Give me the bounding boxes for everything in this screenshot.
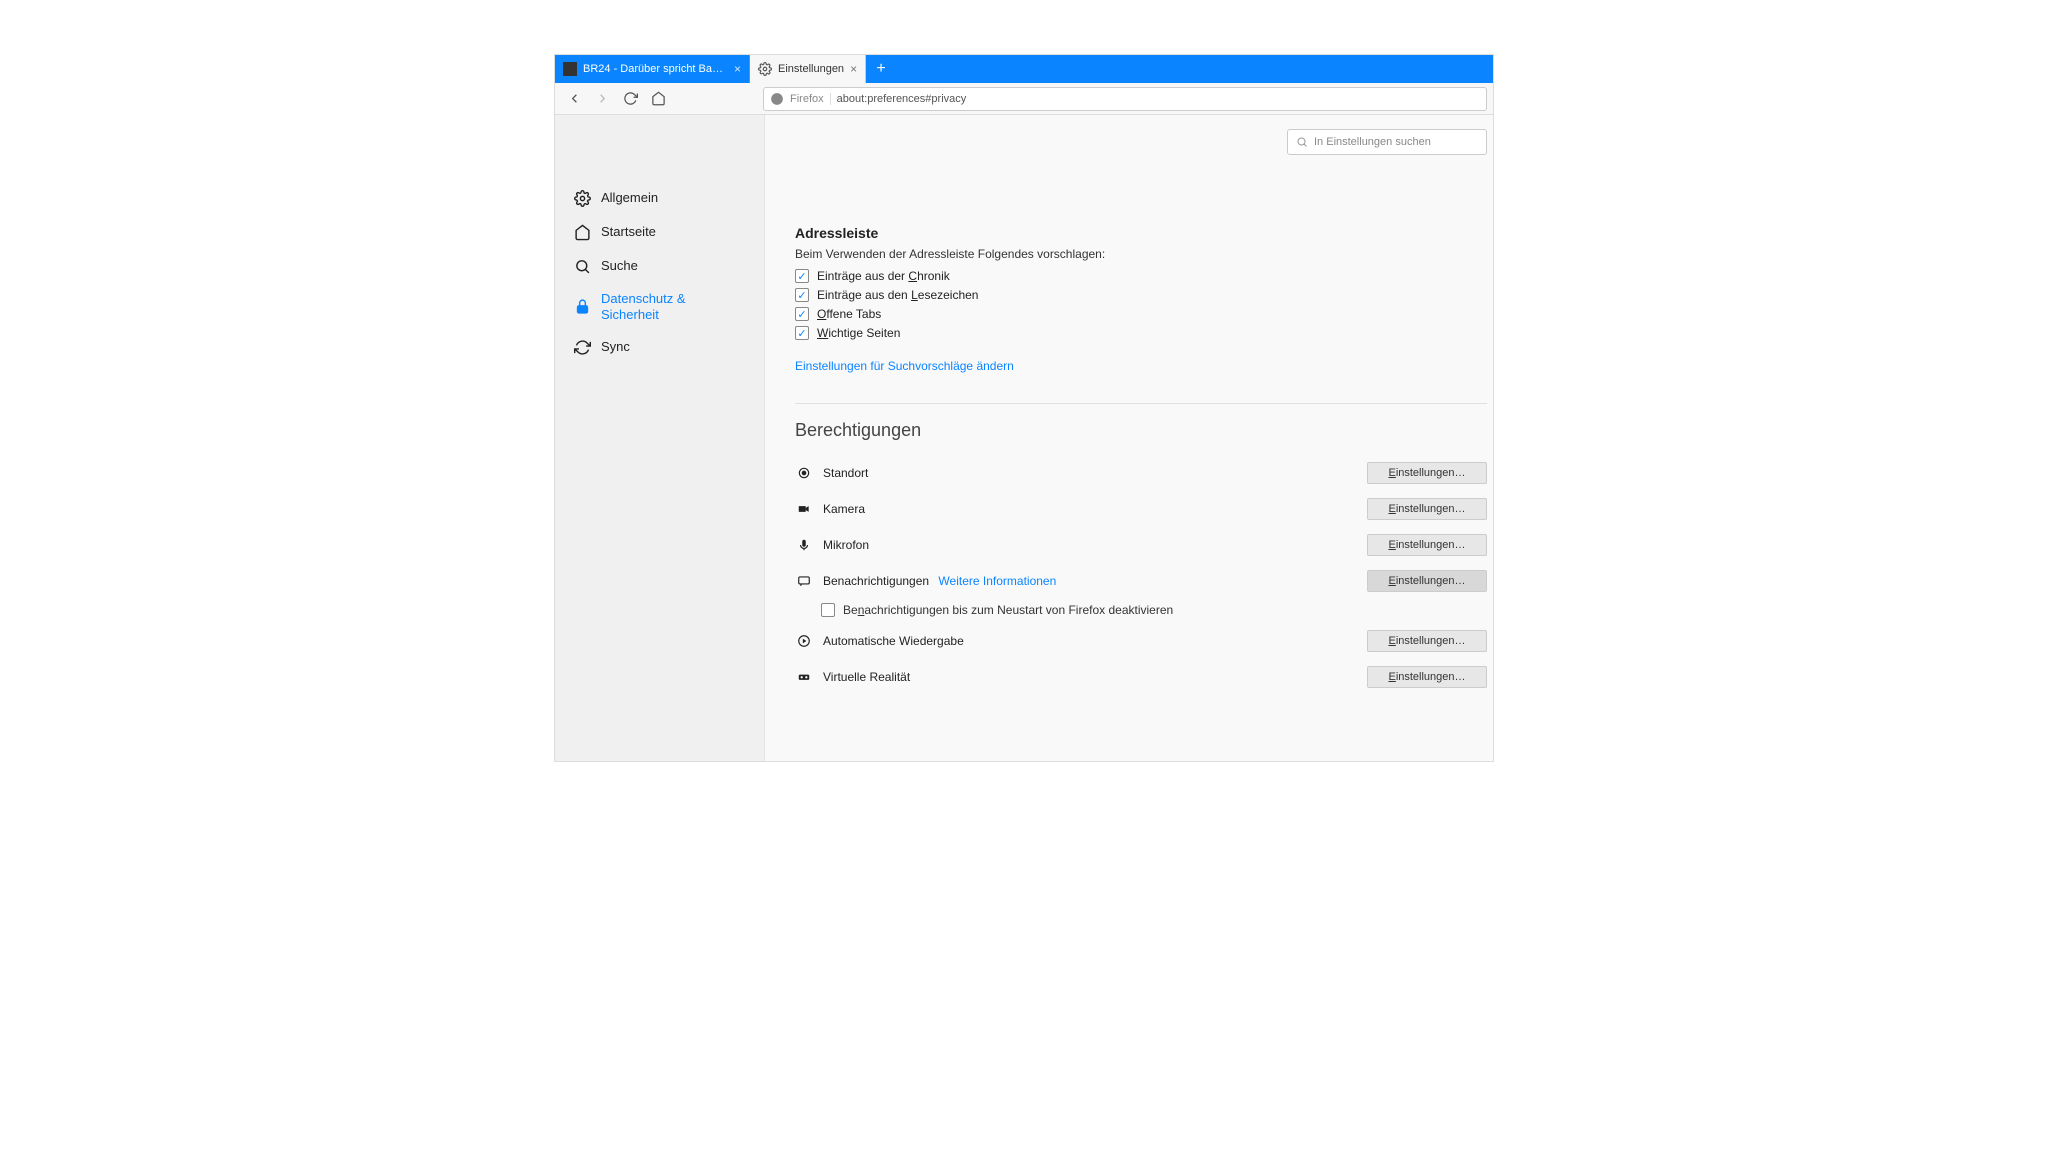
sidebar-item-search[interactable]: Suche [555,249,764,283]
browser-window: BR24 - Darüber spricht Bayern × Einstell… [554,54,1494,762]
checkbox-icon [795,326,809,340]
settings-button-notifications[interactable]: Einstellungen… [1367,570,1487,592]
back-button[interactable] [561,86,587,112]
tab-label: Einstellungen [778,63,844,75]
permission-label: Kamera [823,502,1357,516]
reload-button[interactable] [617,86,643,112]
sync-icon [573,338,591,356]
settings-button-location[interactable]: Einstellungen… [1367,462,1487,484]
sidebar-item-label: Sync [601,339,746,355]
url-bar[interactable]: Firefox about:preferences#privacy [763,87,1487,111]
sidebar-item-sync[interactable]: Sync [555,330,764,364]
permission-label: Benachrichtigungen Weitere Informationen [823,574,1357,588]
gear-icon [573,189,591,207]
settings-button-vr[interactable]: Einstellungen… [1367,666,1487,688]
permission-notifications: Benachrichtigungen Weitere Informationen… [795,563,1487,599]
url-brand: Firefox [790,93,831,105]
tab-bar: BR24 - Darüber spricht Bayern × Einstell… [555,55,1493,83]
sidebar-item-label: Allgemein [601,190,746,206]
gear-icon [758,62,772,76]
permission-camera: Kamera Einstellungen… [795,491,1487,527]
sidebar-item-privacy[interactable]: Datenschutz & Sicherheit [555,283,764,330]
search-suggestions-link[interactable]: Einstellungen für Suchvorschläge ändern [795,359,1014,373]
navigation-bar: Firefox about:preferences#privacy [555,83,1493,115]
permission-label: Automatische Wiedergabe [823,634,1357,648]
notification-icon [795,574,813,588]
permissions-section-title: Berechtigungen [795,420,1487,441]
tab-br24[interactable]: BR24 - Darüber spricht Bayern × [555,55,750,83]
sidebar-item-label: Datenschutz & Sicherheit [601,291,746,322]
tab-label: BR24 - Darüber spricht Bayern [583,63,728,75]
permission-vr: Virtuelle Realität Einstellungen… [795,659,1487,695]
tab-settings[interactable]: Einstellungen × [750,55,866,83]
permission-label: Standort [823,466,1357,480]
checkbox-icon [795,307,809,321]
close-icon[interactable]: × [734,62,741,76]
search-icon [1296,136,1308,148]
autoplay-icon [795,634,813,648]
search-placeholder: In Einstellungen suchen [1314,136,1431,148]
checkbox-label: Einträge aus den Lesezeichen [817,288,978,302]
sidebar-item-home[interactable]: Startseite [555,215,764,249]
addressbar-section-title: Adressleiste [795,225,1487,241]
settings-button-autoplay[interactable]: Einstellungen… [1367,630,1487,652]
checkbox-icon [821,603,835,617]
home-button[interactable] [645,86,671,112]
settings-button-microphone[interactable]: Einstellungen… [1367,534,1487,556]
url-text: about:preferences#privacy [837,93,967,105]
permission-location: Standort Einstellungen… [795,455,1487,491]
checkbox-history[interactable]: Einträge aus der Chronik [795,269,1487,283]
settings-sidebar: Allgemein Startseite Suche Datenschutz &… [555,115,765,761]
settings-search-input[interactable]: In Einstellungen suchen [1287,129,1487,155]
checkbox-label: Einträge aus der Chronik [817,269,950,283]
addressbar-subtitle: Beim Verwenden der Adressleiste Folgende… [795,247,1487,261]
home-icon [573,223,591,241]
lock-icon [573,298,591,316]
permission-autoplay: Automatische Wiedergabe Einstellungen… [795,623,1487,659]
location-icon [795,466,813,480]
close-icon[interactable]: × [850,62,857,76]
permission-label: Virtuelle Realität [823,670,1357,684]
divider [795,403,1487,404]
checkbox-label: Offene Tabs [817,307,881,321]
sidebar-item-label: Suche [601,258,746,274]
forward-button[interactable] [589,86,615,112]
checkbox-disable-notifications[interactable]: Benachrichtigungen bis zum Neustart von … [821,599,1487,623]
search-icon [573,257,591,275]
checkbox-label: Benachrichtigungen bis zum Neustart von … [843,603,1173,617]
checkbox-icon [795,288,809,302]
settings-main: In Einstellungen suchen Adressleiste Bei… [765,115,1493,761]
checkbox-icon [795,269,809,283]
microphone-icon [795,538,813,552]
vr-icon [795,670,813,684]
permission-microphone: Mikrofon Einstellungen… [795,527,1487,563]
sidebar-item-label: Startseite [601,224,746,240]
content-area: Allgemein Startseite Suche Datenschutz &… [555,115,1493,761]
settings-button-camera[interactable]: Einstellungen… [1367,498,1487,520]
camera-icon [795,502,813,516]
permission-label: Mikrofon [823,538,1357,552]
new-tab-button[interactable]: + [866,55,896,83]
checkbox-bookmarks[interactable]: Einträge aus den Lesezeichen [795,288,1487,302]
favicon-br24 [563,62,577,76]
checkbox-open-tabs[interactable]: Offene Tabs [795,307,1487,321]
checkbox-label: Wichtige Seiten [817,326,900,340]
firefox-icon [770,92,784,106]
sidebar-item-general[interactable]: Allgemein [555,181,764,215]
notifications-more-link[interactable]: Weitere Informationen [938,574,1056,588]
checkbox-top-sites[interactable]: Wichtige Seiten [795,326,1487,340]
